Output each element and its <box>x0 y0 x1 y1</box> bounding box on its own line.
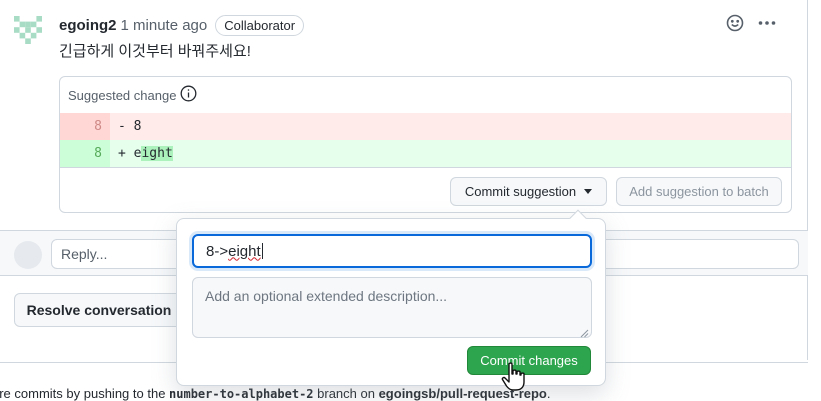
extended-description-input[interactable]: Add an optional extended description... <box>192 277 592 338</box>
commit-message-prefix: 8-> <box>206 242 229 260</box>
hand-pointer-icon <box>501 362 527 392</box>
avatar[interactable] <box>14 16 42 44</box>
text-cursor <box>261 243 263 259</box>
push-hint-middle: branch on <box>313 386 379 401</box>
commit-message-input[interactable]: 8-> eight <box>192 234 592 268</box>
diff-deletion-line: 8 - 8 <box>60 113 791 140</box>
identicon-icon <box>14 16 42 44</box>
suggested-change-footer: Commit suggestion Add suggestion to batc… <box>60 167 791 212</box>
comment-actions <box>725 13 777 33</box>
resize-grip-icon[interactable] <box>579 325 589 338</box>
diff-sign: + <box>118 146 126 161</box>
suggested-change-title: Suggested change <box>68 87 177 103</box>
diff-code: - 8 <box>110 119 141 134</box>
push-hint-prefix: ore commits by pushing to the <box>0 386 170 401</box>
comment-author[interactable]: egoing2 <box>59 17 117 34</box>
comment-timestamp[interactable]: 1 minute ago <box>121 17 208 34</box>
resolve-conversation-button[interactable]: Resolve conversation <box>14 293 184 327</box>
reply-avatar <box>14 241 42 269</box>
kebab-horizontal-icon[interactable] <box>757 13 777 33</box>
smiley-icon[interactable] <box>725 13 745 33</box>
suggested-change-box: Suggested change 8 - 8 8 + eight Commit … <box>59 76 792 213</box>
comment-header: egoing2 1 minute ago Collaborator <box>59 14 305 36</box>
triangle-down-icon <box>584 189 593 194</box>
commit-suggestion-popover: 8-> eight Add an optional extended descri… <box>176 209 606 386</box>
add-to-batch-button[interactable]: Add suggestion to batch <box>616 177 782 206</box>
push-hint-text: ore commits by pushing to the number-to-… <box>0 386 551 401</box>
diff-highlight: ight <box>141 146 173 161</box>
comment-body: 긴급하게 이것부터 바꿔주세요! <box>59 43 251 60</box>
diff-sign: - <box>118 119 126 134</box>
diff-text: 8 <box>133 119 142 134</box>
push-hint-suffix: . <box>546 386 551 401</box>
commit-suggestion-label: Commit suggestion <box>464 184 577 199</box>
commit-changes-button[interactable]: Commit changes <box>467 346 591 375</box>
line-number[interactable]: 8 <box>60 113 110 140</box>
commit-suggestion-button[interactable]: Commit suggestion <box>450 177 607 206</box>
info-icon[interactable] <box>180 85 197 105</box>
diff-code: + eight <box>110 146 173 161</box>
commit-message-misspelled: eight <box>228 242 261 260</box>
line-number[interactable]: 8 <box>60 140 110 167</box>
diff-addition-line: 8 + eight <box>60 140 791 167</box>
branch-name[interactable]: number-to-alphabet-2 <box>169 387 314 401</box>
suggested-change-header: Suggested change <box>60 77 791 113</box>
collaborator-badge: Collaborator <box>215 14 305 36</box>
